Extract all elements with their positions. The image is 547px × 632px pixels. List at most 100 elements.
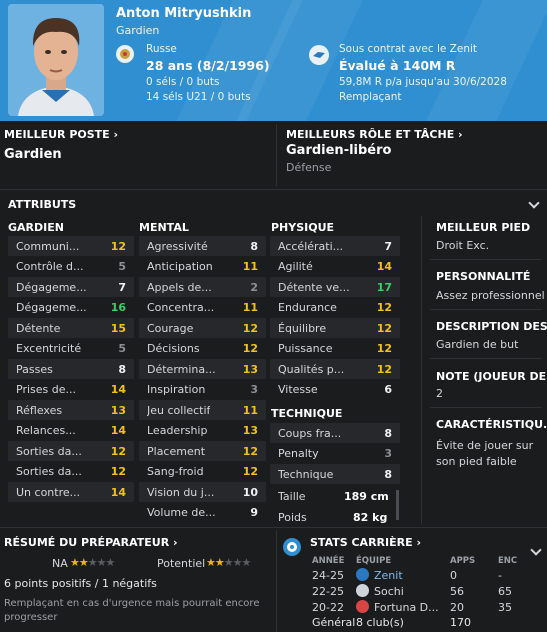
physical-header: PHYSIQUE [271, 221, 335, 234]
russia-crest-icon [116, 45, 134, 63]
best-position-panel[interactable]: MEILLEUR POSTE › Gardien [0, 121, 275, 188]
attribute-value: 13 [242, 424, 258, 437]
attribute-row[interactable]: Contrôle d... 5 [8, 257, 134, 277]
attribute-value: 6 [384, 383, 392, 396]
star-icon: ★ [241, 556, 252, 569]
attribute-value: 5 [118, 342, 126, 355]
attribute-value: 13 [242, 362, 258, 376]
attribute-row[interactable]: Réflexes 13 [8, 400, 134, 420]
attribute-label: Agilité [278, 260, 313, 273]
nationality: Russe [146, 43, 177, 55]
team-cell[interactable]: Zenit [374, 569, 403, 582]
attribute-row[interactable]: Communi... 12 [8, 236, 134, 256]
collapse-chevron-icon[interactable] [528, 197, 540, 209]
team-cell[interactable]: Sochi [374, 585, 404, 598]
attribute-row[interactable]: Qualités p... 12 [270, 359, 400, 379]
rating-title: NOTE (JOUEUR DE... [436, 370, 547, 383]
attribute-row[interactable]: Équilibre 12 [270, 318, 400, 338]
attribute-label: Concentra... [147, 301, 215, 314]
star-icon: ★ [78, 556, 89, 569]
attribute-row[interactable]: Relances... 14 [8, 421, 134, 441]
best-role-title[interactable]: MEILLEURS RÔLE ET TÂCHE [286, 128, 454, 141]
total-clubs: 8 club(s) [356, 616, 404, 629]
team-header: ÉQUIPE [356, 556, 392, 566]
attribute-row[interactable]: Passes 8 [8, 359, 134, 379]
career-stats-header[interactable]: STATS CARRIÈRE › [310, 536, 421, 549]
star-icon: ★ [96, 556, 107, 569]
attribute-row[interactable]: Excentricité 5 [8, 339, 134, 359]
attribute-row[interactable]: Décisions 12 [139, 339, 266, 359]
attribute-row[interactable]: Vitesse 6 [270, 380, 400, 400]
attribute-row[interactable]: Sorties da... 12 [8, 462, 134, 482]
attribute-row[interactable]: Courage 12 [139, 318, 266, 338]
attribute-label: Réflexes [16, 403, 63, 417]
best-role-duty: Défense [286, 161, 332, 174]
career-total-row: Général 8 club(s) 170 [312, 613, 542, 631]
attribute-row[interactable]: Jeu collectif 11 [139, 400, 266, 420]
attribute-row[interactable]: Anticipation 11 [139, 257, 266, 277]
attribute-label: Détente ve... [278, 280, 350, 294]
attribute-row[interactable]: Agressivité 8 [139, 236, 266, 256]
age: 28 ans (8/2/1996) [146, 58, 270, 73]
attribute-row[interactable]: Leadership 13 [139, 421, 266, 441]
attribute-value: 7 [118, 280, 126, 294]
attribute-row[interactable]: Placement 12 [139, 441, 266, 461]
attribute-row[interactable]: Agilité 14 [270, 257, 400, 277]
attribute-row[interactable]: Puissance 12 [270, 339, 400, 359]
attribute-value: 7 [384, 239, 392, 253]
attribute-label: Décisions [147, 342, 200, 355]
attribute-row[interactable]: Sang-froid 12 [139, 462, 266, 482]
star-icon: ★ [214, 556, 225, 569]
attribute-value: 16 [110, 301, 126, 314]
attribute-row[interactable]: Penalty 3 [270, 444, 400, 464]
attribute-row[interactable]: Détente 15 [8, 318, 134, 338]
potential-stars: ★★★★★ [206, 556, 252, 569]
weight-label: Poids [278, 511, 307, 524]
attribute-label: Un contre... [16, 485, 81, 499]
attribute-label: Excentricité [16, 342, 82, 355]
best-foot-value: Droit Exc. [436, 239, 490, 252]
attribute-row[interactable]: Appels de... 2 [139, 277, 266, 297]
attribute-row[interactable]: Accélérati... 7 [270, 236, 400, 256]
best-position-title[interactable]: MEILLEUR POSTE [4, 128, 110, 141]
attribute-row[interactable]: Détente ve... 17 [270, 277, 400, 297]
attribute-row[interactable]: Prises de... 14 [8, 380, 134, 400]
attribute-row[interactable]: Vision du j... 10 [139, 482, 266, 502]
coach-report-title[interactable]: RÉSUMÉ DU PRÉPARATEUR [4, 536, 169, 549]
squad-status: Remplaçant [339, 91, 402, 103]
apps-header: APPS [450, 556, 476, 566]
wage: 59,8M R p/a jusqu'au 30/6/2028 [339, 76, 507, 88]
u21-caps: 14 séls U21 / 0 buts [146, 91, 251, 103]
attribute-row[interactable]: Un contre... 14 [8, 482, 134, 502]
weight-value: 82 kg [353, 511, 388, 524]
attribute-label: Volume de... [147, 506, 216, 519]
attribute-label: Coups fra... [278, 426, 342, 440]
coach-report-header[interactable]: RÉSUMÉ DU PRÉPARATEUR › [4, 536, 178, 549]
club-badge-icon [356, 568, 369, 581]
attribute-value: 12 [110, 465, 126, 478]
best-role-panel[interactable]: MEILLEURS RÔLE ET TÂCHE › Gardien-libéro… [277, 121, 547, 188]
career-stats-title[interactable]: STATS CARRIÈRE [310, 536, 413, 549]
attribute-label: Agressivité [147, 239, 208, 253]
attribute-row[interactable]: Endurance 12 [270, 298, 400, 318]
attribute-row[interactable]: Volume de... 9 [139, 503, 266, 523]
attribute-value: 8 [118, 362, 126, 376]
attribute-row[interactable]: Concentra... 11 [139, 298, 266, 318]
attribute-value: 12 [242, 465, 258, 478]
attribute-row[interactable]: Technique 8 [270, 464, 400, 484]
zenit-club-icon[interactable] [309, 45, 329, 65]
attribute-row[interactable]: Sorties da... 12 [8, 441, 134, 461]
attribute-label: Prises de... [16, 383, 76, 396]
attribute-label: Détermina... [147, 362, 216, 376]
attribute-value: 11 [242, 301, 258, 314]
attribute-value: 17 [376, 280, 392, 294]
scrollbar[interactable] [396, 490, 399, 520]
attribute-row[interactable]: Détermina... 13 [139, 359, 266, 379]
attribute-value: 9 [250, 506, 258, 519]
attribute-row[interactable]: Dégageme... 7 [8, 277, 134, 297]
attribute-value: 12 [242, 444, 258, 458]
attribute-row[interactable]: Coups fra... 8 [270, 423, 400, 443]
mental-header: MENTAL [139, 221, 189, 234]
attribute-row[interactable]: Inspiration 3 [139, 380, 266, 400]
attribute-row[interactable]: Dégageme... 16 [8, 298, 134, 318]
